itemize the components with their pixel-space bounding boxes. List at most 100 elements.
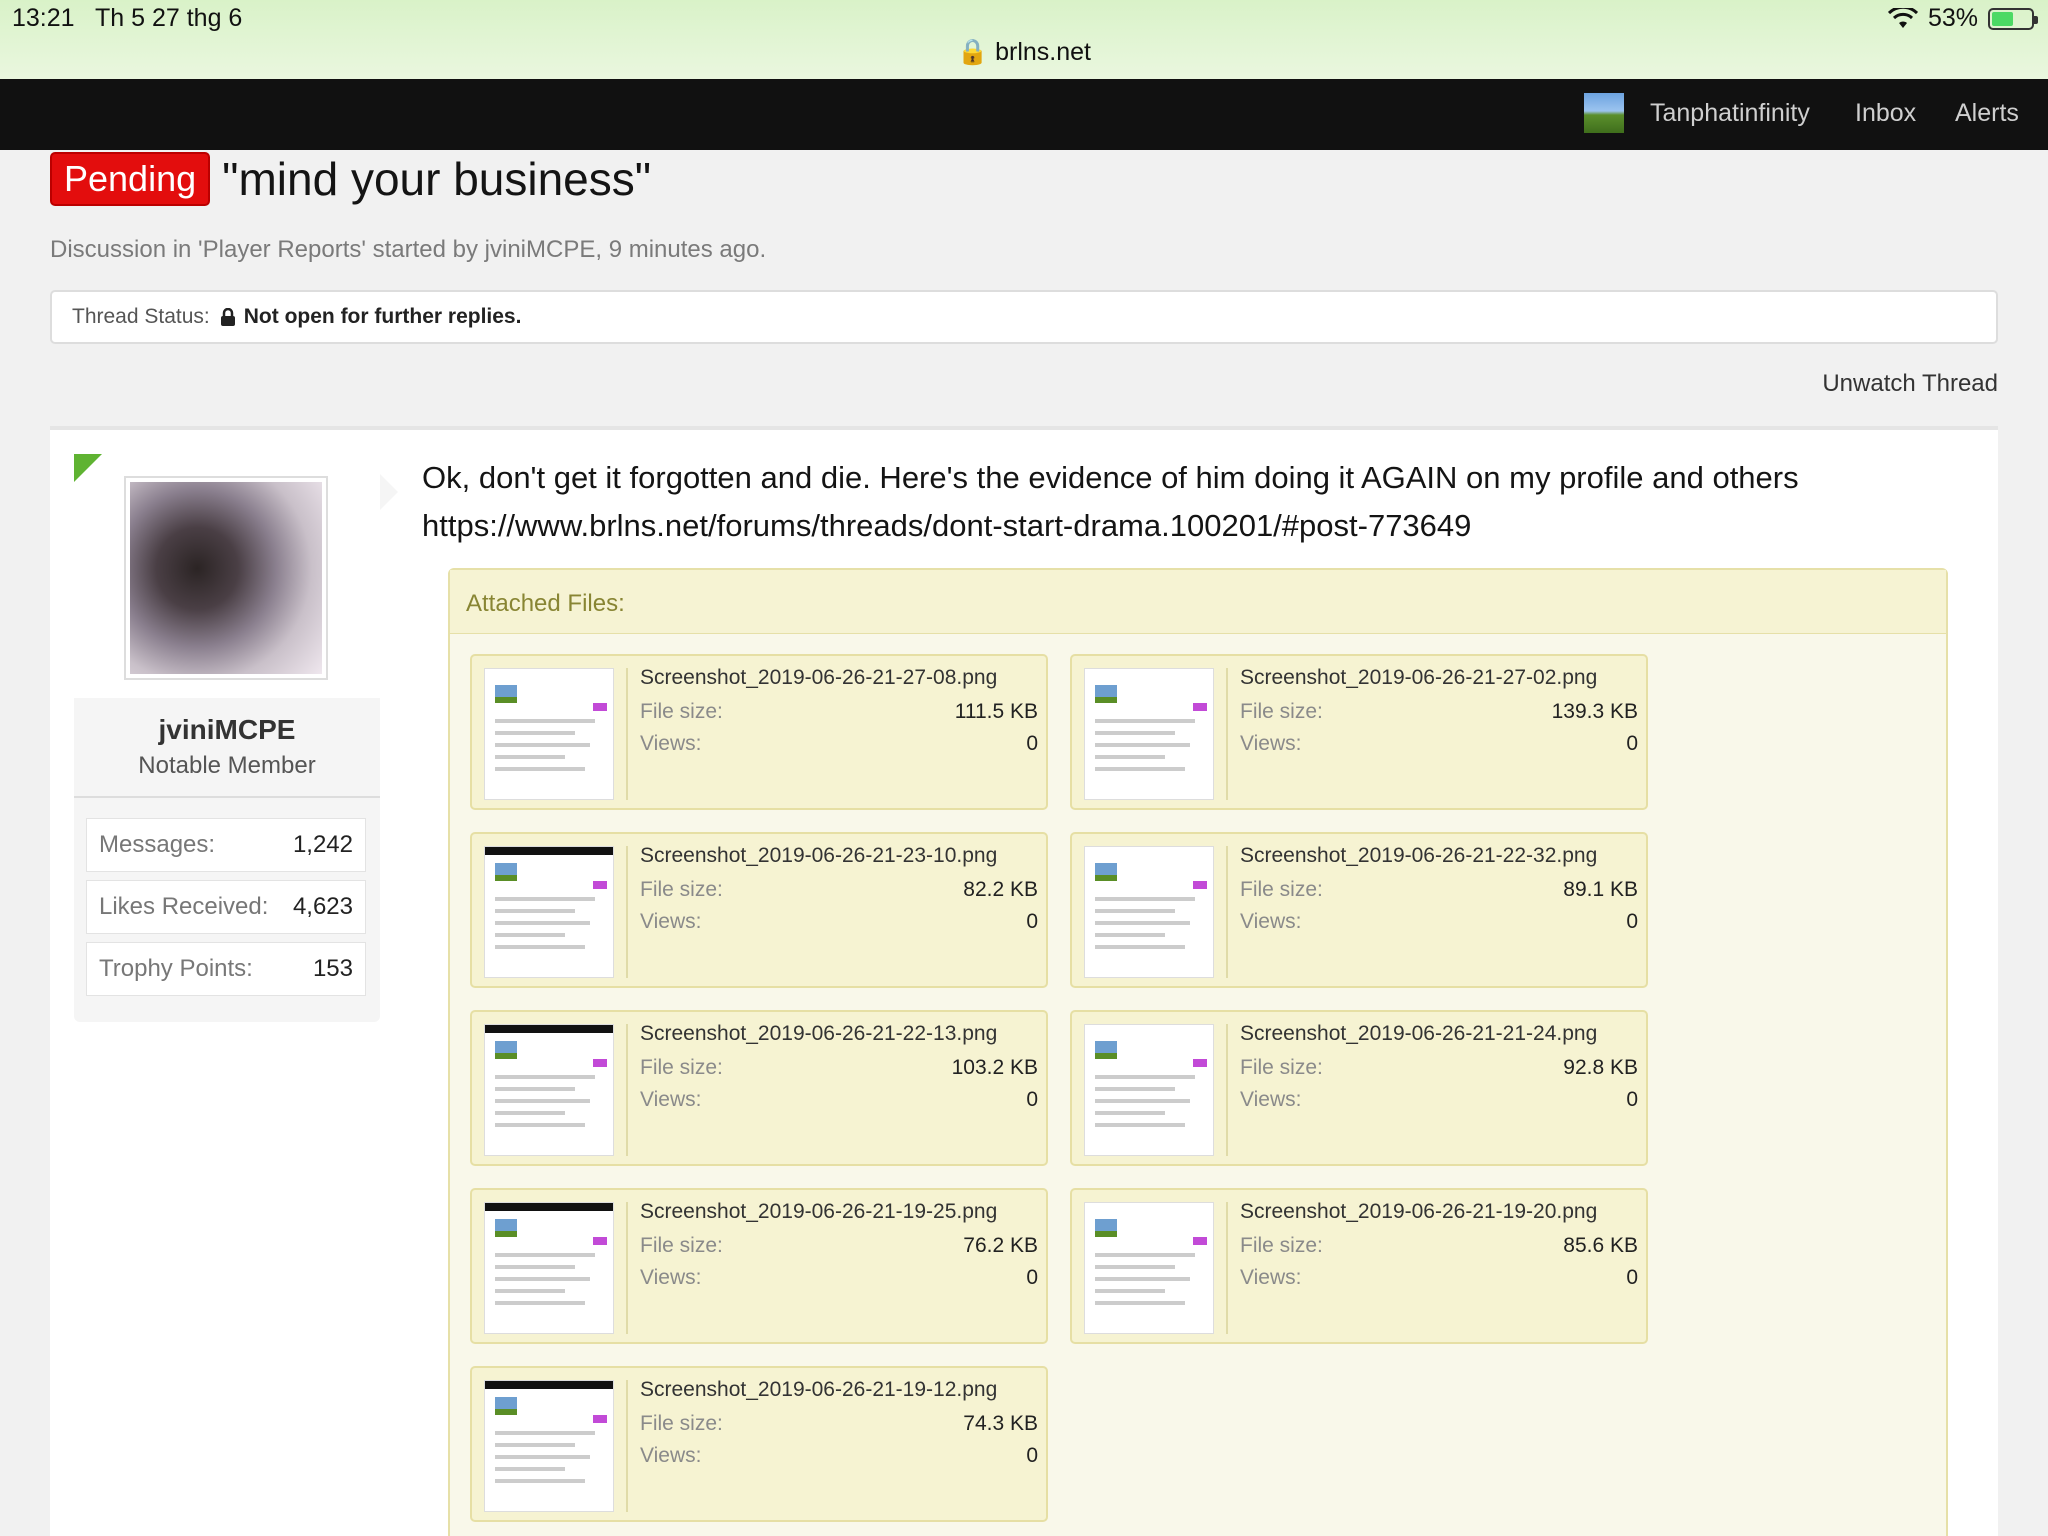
thumbnail-separator	[626, 846, 628, 978]
attachment-thumbnail[interactable]	[484, 1380, 614, 1512]
user-info-panel: jviniMCPE Notable Member Messages: 1,242…	[74, 454, 398, 1022]
lock-icon: 🔒	[957, 38, 989, 66]
attachment-thumbnail[interactable]	[484, 668, 614, 800]
views-label: Views:	[640, 910, 702, 933]
views-label: Views:	[1240, 1266, 1302, 1289]
views-label: Views:	[1240, 910, 1302, 933]
attachment-item[interactable]: Screenshot_2019-06-26-21-27-02.png File s…	[1070, 654, 1648, 810]
poster-username[interactable]: jviniMCPE	[74, 714, 380, 746]
unwatch-thread-link[interactable]: Unwatch Thread	[1822, 370, 1998, 398]
attachment-size-row: File size: 74.3 KB	[640, 1412, 1038, 1436]
attachment-views-row: Views: 0	[1240, 1266, 1638, 1290]
attachment-filename[interactable]: Screenshot_2019-06-26-21-23-10.png	[640, 844, 997, 868]
attachment-item[interactable]: Screenshot_2019-06-26-21-19-25.png File s…	[470, 1188, 1048, 1344]
views-value: 0	[1026, 732, 1038, 755]
attachment-item[interactable]: Screenshot_2019-06-26-21-21-24.png File s…	[1070, 1010, 1648, 1166]
battery-icon	[1988, 7, 2038, 30]
attachment-item[interactable]: Screenshot_2019-06-26-21-23-10.png File s…	[470, 832, 1048, 988]
views-label: Views:	[640, 1088, 702, 1111]
views-value: 0	[1026, 910, 1038, 933]
attachment-thumbnail[interactable]	[1084, 668, 1214, 800]
file-size-label: File size:	[640, 1234, 723, 1257]
poster-avatar[interactable]	[124, 476, 328, 680]
attachment-filename[interactable]: Screenshot_2019-06-26-21-27-02.png	[1240, 666, 1597, 690]
nav-username[interactable]: Tanphatinfinity	[1650, 99, 1810, 128]
views-value: 0	[1626, 1266, 1638, 1289]
attachment-filename[interactable]: Screenshot_2019-06-26-21-19-12.png	[640, 1378, 997, 1402]
attachment-views-row: Views: 0	[1240, 732, 1638, 756]
attachment-filename[interactable]: Screenshot_2019-06-26-21-19-25.png	[640, 1200, 997, 1224]
file-size-value: 76.2 KB	[963, 1234, 1038, 1257]
attachment-item[interactable]: Screenshot_2019-06-26-21-19-20.png File s…	[1070, 1188, 1648, 1344]
file-size-value: 89.1 KB	[1563, 878, 1638, 901]
user-avatar[interactable]	[1584, 93, 1624, 133]
file-size-label: File size:	[1240, 1234, 1323, 1257]
thread-status-value: Not open for further replies.	[243, 305, 522, 328]
attachment-item[interactable]: Screenshot_2019-06-26-21-22-13.png File s…	[470, 1010, 1048, 1166]
views-value: 0	[1626, 910, 1638, 933]
battery-percent: 53%	[1927, 4, 1978, 32]
attachment-item[interactable]: Screenshot_2019-06-26-21-22-32.png File s…	[1070, 832, 1648, 988]
post: jviniMCPE Notable Member Messages: 1,242…	[50, 426, 1998, 1536]
thread-title-row: Pending "mind your business"	[50, 152, 651, 206]
file-size-label: File size:	[1240, 700, 1323, 723]
wifi-icon	[1887, 7, 1918, 28]
views-value: 0	[1026, 1088, 1038, 1111]
lock-icon	[220, 308, 235, 326]
file-size-value: 85.6 KB	[1563, 1234, 1638, 1257]
file-size-value: 74.3 KB	[963, 1412, 1038, 1435]
post-text: Ok, don't get it forgotten and die. Here…	[422, 460, 1799, 495]
attachment-filename[interactable]: Screenshot_2019-06-26-21-19-20.png	[1240, 1200, 1597, 1224]
date: Th 5 27 thg 6	[95, 4, 243, 32]
post-link[interactable]: https://www.brlns.net/forums/threads/don…	[422, 502, 1982, 550]
thumbnail-separator	[1226, 1024, 1228, 1156]
attachment-views-row: Views: 0	[640, 1444, 1038, 1468]
attachment-views-row: Views: 0	[640, 1088, 1038, 1112]
attachment-size-row: File size: 82.2 KB	[640, 878, 1038, 902]
views-value: 0	[1626, 732, 1638, 755]
attachment-filename[interactable]: Screenshot_2019-06-26-21-21-24.png	[1240, 1022, 1597, 1046]
views-label: Views:	[640, 1266, 702, 1289]
attachment-item[interactable]: Screenshot_2019-06-26-21-19-12.png File s…	[470, 1366, 1048, 1522]
attachment-views-row: Views: 0	[1240, 910, 1638, 934]
status-bar: 13:21 Th 5 27 thg 6 53% 🔒 brlns.net	[0, 0, 2048, 79]
attachment-filename[interactable]: Screenshot_2019-06-26-21-22-13.png	[640, 1022, 997, 1046]
thread-title: "mind your business"	[222, 153, 652, 205]
attachment-thumbnail[interactable]	[1084, 1202, 1214, 1334]
file-size-label: File size:	[640, 1412, 723, 1435]
nav-inbox[interactable]: Inbox	[1855, 99, 1916, 128]
stat-trophy-points: Trophy Points: 153	[86, 942, 366, 996]
attachment-filename[interactable]: Screenshot_2019-06-26-21-22-32.png	[1240, 844, 1597, 868]
thumbnail-separator	[1226, 846, 1228, 978]
file-size-label: File size:	[1240, 878, 1323, 901]
thread-status-box: Thread Status: Not open for further repl…	[50, 290, 1998, 344]
top-navbar: Tanphatinfinity Inbox Alerts	[0, 79, 2048, 150]
attachment-thumbnail[interactable]	[484, 1202, 614, 1334]
status-indicators: 53%	[1887, 4, 2038, 33]
file-size-value: 92.8 KB	[1563, 1056, 1638, 1079]
file-size-label: File size:	[640, 700, 723, 723]
attachment-views-row: Views: 0	[1240, 1088, 1638, 1112]
poster-title: Notable Member	[138, 752, 316, 779]
attachment-size-row: File size: 139.3 KB	[1240, 700, 1638, 724]
stat-messages: Messages: 1,242	[86, 818, 366, 872]
post-message: Ok, don't get it forgotten and die. Here…	[422, 454, 1982, 550]
attachment-filename[interactable]: Screenshot_2019-06-26-21-27-08.png	[640, 666, 997, 690]
views-label: Views:	[1240, 732, 1302, 755]
file-size-label: File size:	[640, 1056, 723, 1079]
attachment-thumbnail[interactable]	[1084, 1024, 1214, 1156]
views-value: 0	[1026, 1266, 1038, 1289]
attachment-item[interactable]: Screenshot_2019-06-26-21-27-08.png File s…	[470, 654, 1048, 810]
attachment-thumbnail[interactable]	[484, 846, 614, 978]
attached-files-header: Attached Files:	[450, 570, 1946, 634]
thread-meta: Discussion in 'Player Reports' started b…	[50, 236, 767, 263]
thumbnail-separator	[626, 1202, 628, 1334]
attachment-thumbnail[interactable]	[484, 1024, 614, 1156]
attachment-size-row: File size: 85.6 KB	[1240, 1234, 1638, 1258]
views-label: Views:	[640, 732, 702, 755]
attachment-thumbnail[interactable]	[1084, 846, 1214, 978]
address-bar[interactable]: 🔒 brlns.net	[0, 38, 2048, 67]
attachment-size-row: File size: 89.1 KB	[1240, 878, 1638, 902]
nav-alerts[interactable]: Alerts	[1955, 99, 2019, 128]
views-value: 0	[1026, 1444, 1038, 1467]
